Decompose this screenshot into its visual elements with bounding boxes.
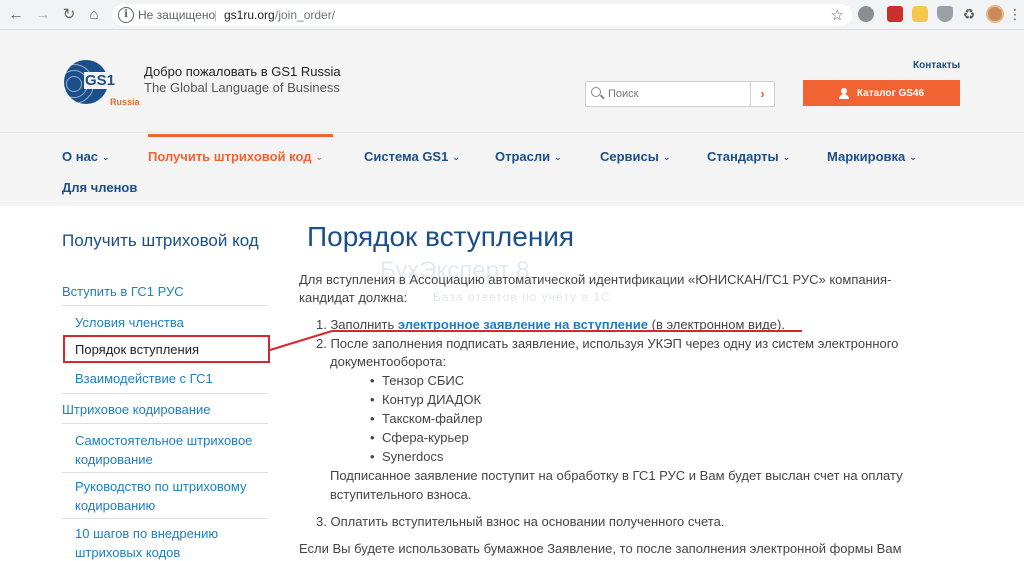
annotation-overlay	[269, 330, 802, 351]
annotation-connector-line	[269, 330, 333, 351]
